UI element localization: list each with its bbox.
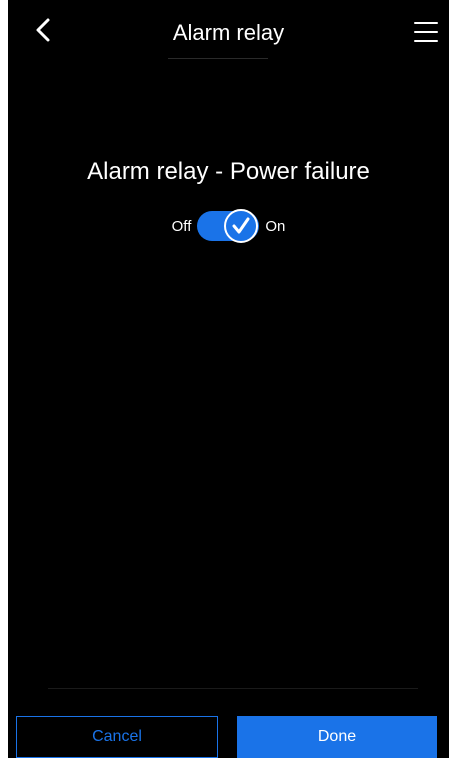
hamburger-menu-icon xyxy=(414,22,438,24)
done-button[interactable]: Done xyxy=(237,716,437,758)
toggle-off-label: Off xyxy=(171,217,192,235)
power-failure-toggle[interactable] xyxy=(197,209,260,243)
footer-divider xyxy=(48,688,418,689)
setting-title: Alarm relay - Power failure xyxy=(87,158,370,185)
app-screen: Alarm relay Alarm relay - Power failure … xyxy=(8,0,449,758)
cancel-button[interactable]: Cancel xyxy=(16,716,218,758)
page-title: Alarm relay xyxy=(172,20,285,45)
title-divider xyxy=(168,58,268,59)
toggle-row: Off On xyxy=(8,208,449,244)
toggle-on-label: On xyxy=(265,217,286,235)
toggle-knob xyxy=(224,209,259,243)
header-bar: Alarm relay xyxy=(8,0,449,68)
checkmark-icon xyxy=(232,217,250,234)
menu-button[interactable] xyxy=(412,20,440,44)
